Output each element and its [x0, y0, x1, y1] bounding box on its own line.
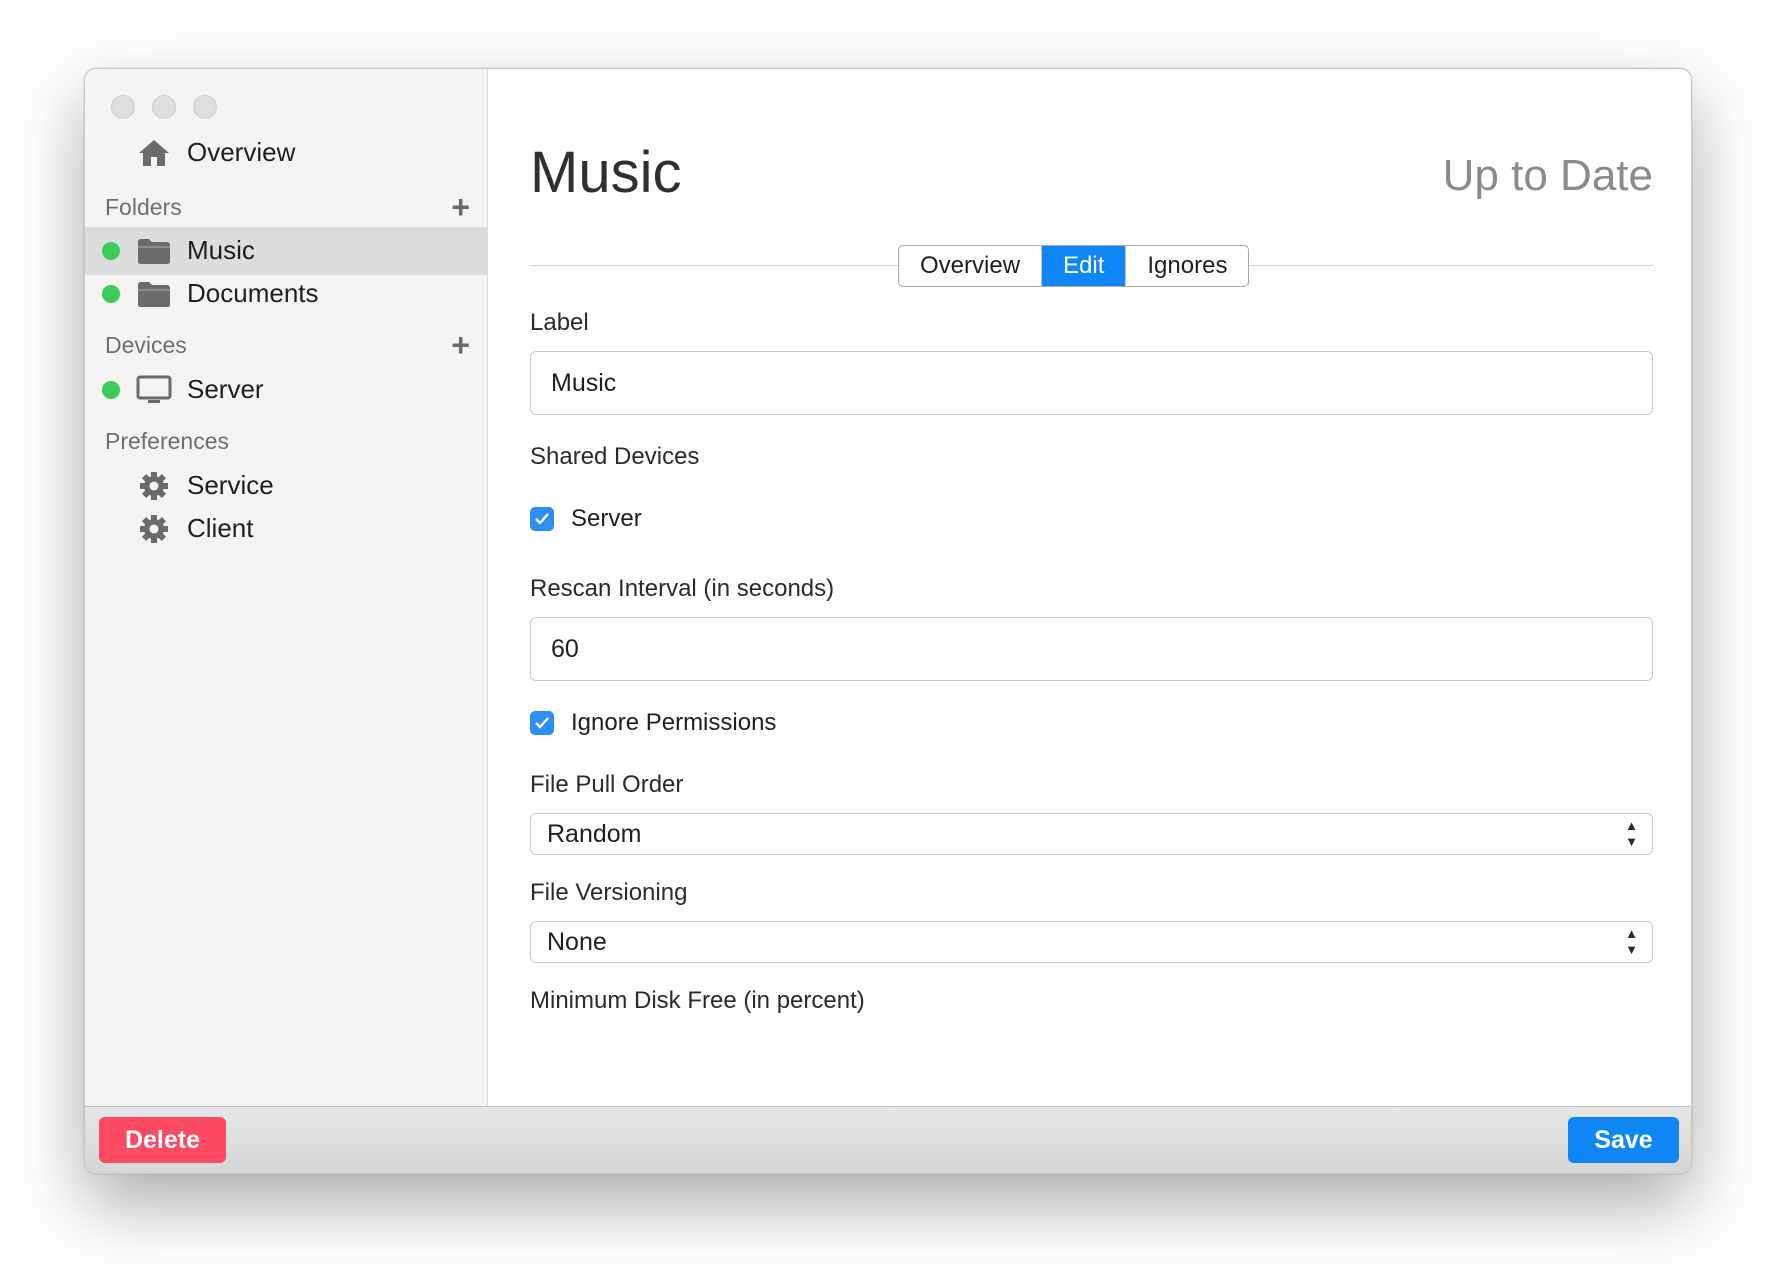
label-input[interactable]: Music — [530, 351, 1653, 415]
home-icon — [136, 136, 172, 170]
minimize-window-button[interactable] — [152, 95, 176, 119]
sync-status: Up to Date — [1442, 151, 1653, 200]
folder-icon — [136, 234, 172, 268]
sidebar-item-label: Service — [187, 470, 274, 500]
sidebar-item-label: Overview — [187, 137, 296, 167]
section-heading: Devices — [105, 331, 187, 358]
select-arrows-icon: ▲ ▼ — [1625, 926, 1638, 957]
tab-bar: Overview Edit Ignores — [898, 245, 1250, 287]
delete-button[interactable]: Delete — [99, 1117, 226, 1163]
sidebar-item-overview[interactable]: Overview — [85, 129, 488, 177]
online-status-dot — [102, 381, 120, 399]
ignore-permissions-checkbox[interactable]: Ignore Permissions — [530, 709, 776, 737]
select-value: Random — [547, 819, 642, 848]
sidebar-item-label: Server — [187, 374, 264, 404]
min-disk-free-label: Minimum Disk Free (in percent) — [530, 987, 865, 1014]
tab-edit[interactable]: Edit — [1042, 246, 1127, 286]
save-button[interactable]: Save — [1568, 1117, 1679, 1163]
section-heading: Preferences — [105, 427, 230, 454]
sidebar-item-label: Client — [187, 513, 254, 543]
online-status-dot — [102, 285, 120, 303]
add-folder-button[interactable]: + — [451, 191, 470, 223]
sidebar-item-client[interactable]: Client — [85, 505, 488, 553]
sidebar: Overview Folders + Music Documents Devic… — [85, 69, 488, 1106]
gear-icon — [136, 469, 172, 503]
checkbox-label: Server — [571, 505, 642, 532]
select-arrows-icon: ▲ ▼ — [1625, 818, 1638, 849]
add-device-button[interactable]: + — [451, 329, 470, 361]
file-pull-order-select[interactable]: Random ▲ ▼ — [530, 813, 1653, 855]
tab-ignores[interactable]: Ignores — [1126, 246, 1248, 286]
close-window-button[interactable] — [111, 95, 135, 119]
folders-section-header: Folders + — [105, 190, 470, 224]
rescan-interval-label: Rescan Interval (in seconds) — [530, 575, 835, 602]
app-window: Overview Folders + Music Documents Devic… — [84, 68, 1692, 1174]
online-status-dot — [102, 242, 120, 260]
label-field-label: Label — [530, 309, 589, 336]
window-controls — [111, 95, 217, 119]
page-title: Music — [530, 140, 682, 205]
checkmark-icon[interactable] — [530, 711, 554, 735]
sidebar-item-service[interactable]: Service — [85, 462, 488, 510]
sidebar-item-label: Documents — [187, 278, 319, 308]
sidebar-item-label: Music — [187, 235, 255, 265]
monitor-icon — [136, 373, 172, 407]
checkmark-icon[interactable] — [530, 507, 554, 531]
file-versioning-select[interactable]: None ▲ ▼ — [530, 921, 1653, 963]
sidebar-item-music[interactable]: Music — [85, 227, 488, 275]
bottom-toolbar: Delete Save — [85, 1106, 1691, 1173]
main-panel: Music Up to Date Overview Edit Ignores L… — [489, 69, 1691, 1106]
select-value: None — [547, 927, 607, 956]
folder-icon — [136, 277, 172, 311]
devices-section-header: Devices + — [105, 328, 470, 362]
tab-overview[interactable]: Overview — [899, 246, 1043, 286]
file-versioning-label: File Versioning — [530, 879, 688, 906]
section-heading: Folders — [105, 193, 182, 220]
sidebar-item-server[interactable]: Server — [85, 366, 488, 414]
sidebar-item-documents[interactable]: Documents — [85, 270, 488, 318]
rescan-interval-input[interactable]: 60 — [530, 617, 1653, 681]
file-pull-order-label: File Pull Order — [530, 771, 684, 798]
checkbox-label: Ignore Permissions — [571, 709, 777, 736]
shared-device-server-checkbox[interactable]: Server — [530, 505, 642, 533]
preferences-section-header: Preferences — [105, 424, 470, 458]
gear-icon — [136, 512, 172, 546]
shared-devices-label: Shared Devices — [530, 443, 700, 470]
zoom-window-button[interactable] — [193, 95, 217, 119]
